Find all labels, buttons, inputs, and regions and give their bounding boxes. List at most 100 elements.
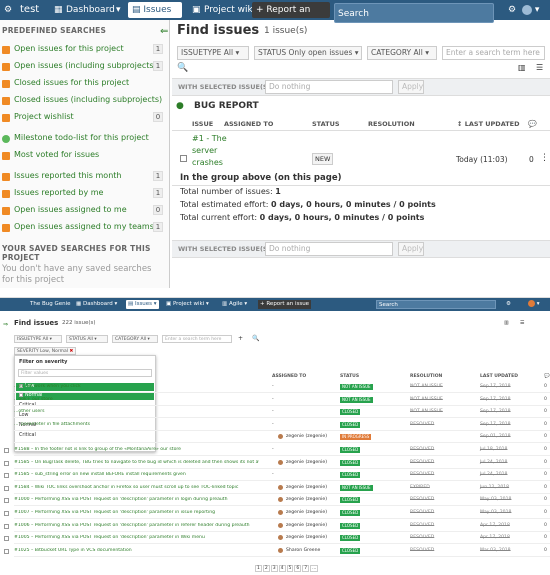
rss-icon[interactable] <box>2 190 10 198</box>
assignee[interactable]: zegenie (zegenie) <box>286 485 327 490</box>
table-row[interactable]: #1585 – On Bug/Task delete, TBG tries to… <box>4 459 550 469</box>
more-icon[interactable]: ⋮ <box>540 153 549 163</box>
row-checkbox[interactable] <box>4 448 9 453</box>
nav-agile[interactable]: ▥ Agile ▾ <box>222 298 247 311</box>
assignee[interactable]: zegenie (zegenie) <box>286 535 327 540</box>
search-reported-this-month[interactable]: Issues reported this month 1 <box>2 171 167 185</box>
row-checkbox[interactable] <box>4 460 9 466</box>
nav-project-wiki[interactable]: Project wiki <box>204 0 255 20</box>
menu-icon[interactable]: ☰ <box>536 63 543 72</box>
rss-icon[interactable] <box>2 173 10 181</box>
rss-icon[interactable] <box>2 224 10 232</box>
table-row[interactable]: ...es not work when you click - NOT AN ISS… <box>14 383 550 393</box>
table-row[interactable]: #1007 – Performing XSS via POST request … <box>4 509 550 519</box>
collapse-sidebar-icon[interactable]: ⇐ <box>160 26 168 37</box>
search-assigned-to-teams[interactable]: Open issues assigned to my teams 1 <box>2 222 167 236</box>
issue-title-link[interactable]: ...ook+ our store <box>14 397 259 402</box>
assignee[interactable]: zegenie (zegenie) <box>286 434 327 439</box>
remove-filter-icon[interactable]: ✖ <box>69 349 73 354</box>
table-row[interactable]: ...ook+ our store - NOT AN ISSUE NOT AN ISS… <box>14 396 550 406</box>
rss-icon[interactable] <box>2 114 10 122</box>
col-resolution[interactable]: RESOLUTION <box>410 374 442 379</box>
search-milestone-todo[interactable]: Milestone todo-list for this project <box>2 133 167 147</box>
search-reported-by-me[interactable]: Issues reported by me 1 <box>2 188 167 202</box>
issue-title-link[interactable]: ...other users <box>14 409 259 414</box>
issue-title-link[interactable]: #1585 – sub_string error on new install … <box>14 472 259 477</box>
table-row[interactable]: #1005 – Performing XSS via POST request … <box>4 534 550 545</box>
app-logo-icon[interactable]: ⚙ <box>4 0 12 20</box>
report-issue-button[interactable]: + Report an issue <box>258 300 312 309</box>
table-row[interactable]: #1000 – Performing XSS via POST request … <box>4 496 550 507</box>
issue-title-link[interactable]: #1006 – Performing XSS via POST request … <box>14 523 259 528</box>
table-row[interactable]: #1584 – Wiki TOC links overshoot anchor … <box>4 484 550 494</box>
assignee[interactable]: zegenie (zegenie) <box>286 460 327 465</box>
bulk-action-select[interactable]: Do nothing <box>265 242 393 256</box>
search-project-wishlist[interactable]: Project wishlist 0 <box>2 112 167 126</box>
col-status[interactable]: STATUS <box>340 374 359 379</box>
assignee[interactable]: - <box>272 397 274 402</box>
table-row[interactable]: #1025 – Bitbucket URL Type in VCS docume… <box>4 547 550 557</box>
assignee[interactable]: - <box>272 409 274 414</box>
rss-icon[interactable] <box>2 80 10 88</box>
row-checkbox[interactable] <box>4 548 9 554</box>
table-row[interactable]: zegenie (zegenie) IN PROGRESS Sep 01, 2018… <box>14 433 550 444</box>
user-avatar[interactable]: ▾ <box>522 0 539 20</box>
app-title[interactable]: test <box>20 0 39 20</box>
issue-title-link[interactable]: #1584 – Wiki TOC links overshoot anchor … <box>14 485 259 490</box>
assignee[interactable]: - <box>272 384 274 389</box>
issue-title-link[interactable]: ...es not work when you click <box>14 384 259 389</box>
col-issue[interactable]: ISSUE <box>192 120 213 128</box>
page-link[interactable]: 2 <box>262 565 270 572</box>
search-open-issues-subprojects[interactable]: Open issues (including subprojects) 1 <box>2 61 167 75</box>
row-checkbox[interactable] <box>4 536 9 542</box>
expand-sidebar-icon[interactable]: ⇒ <box>3 321 8 328</box>
table-row[interactable]: ...' parameter in file attachments - CLOSE… <box>14 421 550 431</box>
rss-icon[interactable] <box>2 46 10 54</box>
assignee[interactable]: - <box>272 472 274 477</box>
assignee[interactable]: zegenie (zegenie) <box>286 510 327 515</box>
nav-issues[interactable]: ▤ Issues ▾ <box>128 2 182 31</box>
search-open-issues[interactable]: Open issues for this project 1 <box>2 44 167 58</box>
rss-icon[interactable] <box>2 152 10 160</box>
nav-project-wiki[interactable]: ▣ Project wiki ▾ <box>166 298 209 311</box>
assignee[interactable]: zegenie (zegenie) <box>286 497 327 502</box>
col-status[interactable]: STATUS <box>312 120 340 128</box>
issue-title-link[interactable]: ...' parameter in file attachments <box>14 422 259 427</box>
col-assigned[interactable]: ASSIGNED TO <box>224 120 273 128</box>
issue-title-link[interactable]: #1005 – Performing XSS via POST request … <box>14 535 259 540</box>
page-link[interactable]: 6 <box>294 565 302 572</box>
bulk-action-select[interactable]: Do nothing <box>265 80 393 94</box>
global-search-input[interactable]: Search <box>376 300 496 309</box>
issue-title-link[interactable]: #1585 – On Bug/Task delete, TBG tries to… <box>14 460 259 465</box>
page-link[interactable]: 1 <box>255 565 262 572</box>
table-row[interactable]: #1006 – Performing XSS via POST request … <box>4 522 550 532</box>
search-closed-issues-subprojects[interactable]: Closed issues (including subprojects) <box>2 95 167 109</box>
app-title[interactable]: The Bug Genie <box>30 298 71 311</box>
row-checkbox[interactable] <box>180 155 187 162</box>
table-row[interactable]: ...other users - CLOSED NOT AN ISSUE Sep 17,… <box>14 408 550 419</box>
issue-title-link[interactable]: #1025 – Bitbucket URL Type in VCS docume… <box>14 548 259 553</box>
col-assigned[interactable]: ASSIGNED TO <box>272 374 306 379</box>
report-issue-button[interactable]: + Report an issue <box>252 2 330 31</box>
issuetype-filter[interactable]: ISSUETYPE All ▾ <box>177 46 249 60</box>
col-last-updated[interactable]: LAST UPDATED <box>480 374 518 379</box>
page-link[interactable]: 3 <box>270 565 278 572</box>
columns-icon[interactable]: ▥ <box>518 63 526 72</box>
nav-dashboard[interactable]: ▦ Dashboard ▾ <box>76 298 117 311</box>
col-resolution[interactable]: RESOLUTION <box>368 120 415 128</box>
search-term-input[interactable]: Enter a search term here <box>442 46 545 60</box>
assignee[interactable]: zegenie (zegenie) <box>286 523 327 528</box>
rss-icon[interactable] <box>2 207 10 215</box>
page-link[interactable]: 5 <box>286 565 294 572</box>
issue-title-link[interactable]: #1588 – In the footer not is link to gro… <box>14 447 259 452</box>
table-row[interactable]: #1585 – sub_string error on new install … <box>4 471 550 482</box>
page-link[interactable]: ... <box>310 565 319 572</box>
assignee[interactable]: - <box>272 447 274 452</box>
search-most-voted[interactable]: Most voted for issues <box>2 150 167 164</box>
assignee[interactable]: Sharon Greene <box>286 548 320 553</box>
row-checkbox[interactable] <box>4 473 9 479</box>
search-term-input[interactable]: Enter a search term here <box>162 335 232 343</box>
assignee[interactable]: - <box>272 422 274 427</box>
table-row[interactable]: #1588 – In the footer not is link to gro… <box>4 446 550 456</box>
row-checkbox[interactable] <box>4 523 9 529</box>
